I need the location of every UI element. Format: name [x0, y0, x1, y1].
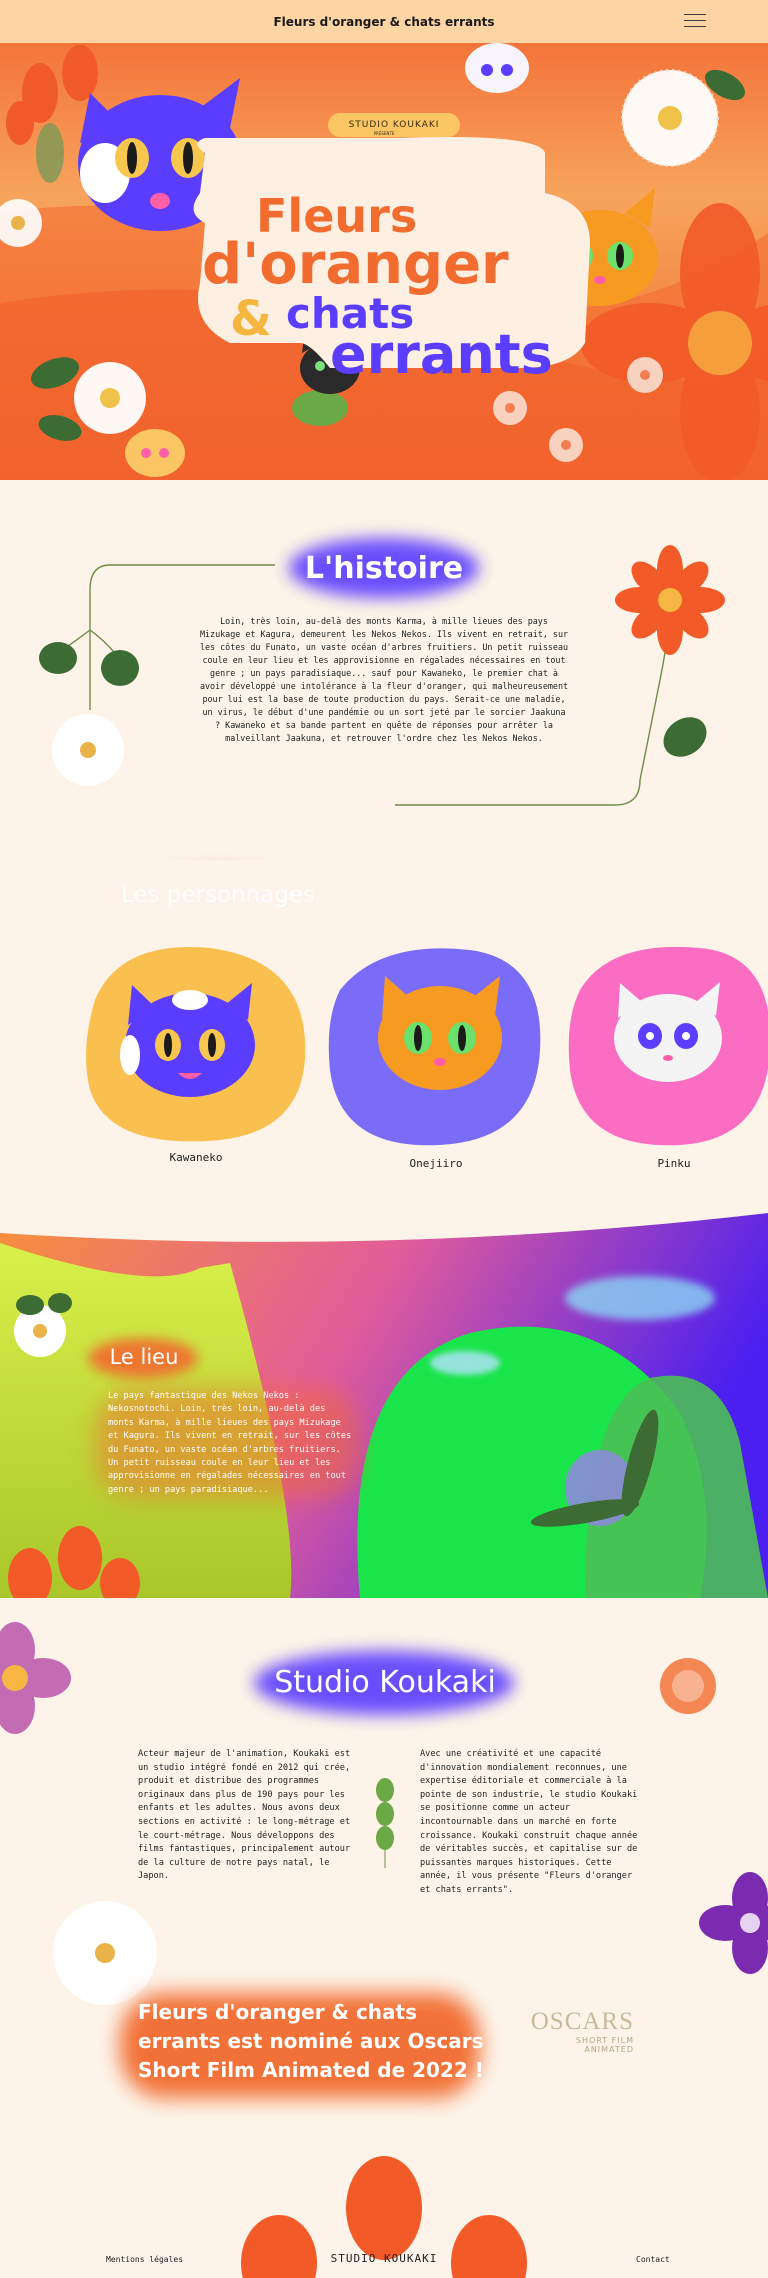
white-cat-icon [465, 43, 529, 93]
white-flower-icon [621, 69, 719, 167]
leaf-icon [39, 642, 77, 674]
pink-flower-icon [0, 1622, 71, 1734]
hero-title-line2: d'oranger [202, 232, 509, 297]
studio-heading: Studio Koukaki [274, 1664, 496, 1700]
character-card-pinku [568, 946, 768, 1146]
characters-carousel [86, 946, 768, 1146]
character-name-pinku[interactable]: Pinku [614, 1157, 734, 1170]
contact-link[interactable]: Contact [636, 2255, 670, 2264]
purple-flower-icon [699, 1872, 768, 1974]
leaf-stem-icon [376, 1778, 394, 1868]
character-card-kawaneko [86, 947, 306, 1142]
characters-heading: Les personnages [120, 882, 316, 908]
white-flower-icon [53, 1901, 157, 2005]
oscars-logo: OSCARS SHORT FILM ANIMATED [516, 2008, 634, 2054]
oscars-title: OSCARS [530, 2008, 634, 2035]
presente-label: PRÉSENTE [373, 131, 395, 136]
studio-text-col1: Acteur majeur de l'animation, Koukaki es… [138, 1749, 351, 1882]
character-name-kawaneko[interactable]: Kawaneko [136, 1151, 256, 1164]
place-heading: Le lieu [109, 1345, 179, 1369]
hero-title: Fleurs d'oranger & chats errants [190, 143, 590, 382]
story-heading: L'histoire [304, 550, 464, 586]
white-flower-icon [52, 714, 124, 786]
site-title[interactable]: Fleurs d'oranger & chats errants [273, 15, 494, 29]
oscars-sub1: SHORT FILM [575, 2036, 634, 2045]
hamburger-icon[interactable] [684, 14, 706, 28]
place-text: Le pays fantastique des Nekos Nekos : Ne… [108, 1391, 352, 1495]
hero-title-amp: & [230, 291, 272, 347]
oscars-sub2: ANIMATED [584, 2045, 634, 2054]
character-card-onejiiro [328, 948, 541, 1146]
studio-text-col2: Avec une créativité et une capacité d'in… [420, 1749, 638, 1895]
orange-flower-icon [615, 545, 725, 655]
nomination-text: Fleurs d'oranger & chats errants est nom… [138, 2000, 484, 2082]
story-text: Loin, très loin, au-delà des monts Karma… [199, 616, 569, 743]
character-name-onejiiro[interactable]: Onejiiro [376, 1157, 496, 1170]
hero-title-line4: errants [330, 323, 553, 386]
top-bar: Fleurs d'oranger & chats errants [0, 0, 768, 43]
hero-banner: STUDIO KOUKAKI PRÉSENTE Fleurs d'oranger… [0, 43, 768, 480]
